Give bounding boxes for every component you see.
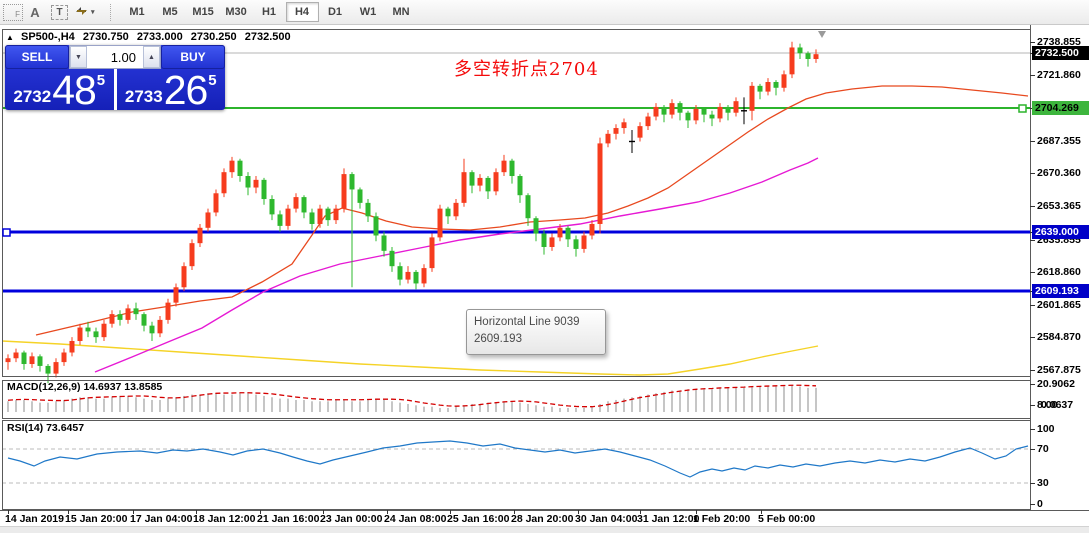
shift-marker-icon: [818, 31, 826, 38]
buy-price[interactable]: 2733 26 5: [117, 67, 226, 114]
buy-price-sup: 5: [208, 72, 217, 89]
ma-yellow-line: [1, 340, 819, 376]
rsi-line: [7, 440, 1029, 478]
objects-icon: [75, 5, 88, 20]
time-axis-label: 1 Feb 20:00: [693, 513, 751, 525]
sell-button[interactable]: SELL: [5, 45, 69, 69]
collapse-icon[interactable]: ▲: [6, 33, 14, 42]
volume-decrease-button[interactable]: ▼: [70, 46, 87, 68]
chevron-down-icon: ▾: [91, 9, 95, 16]
timeframe-group: M1 M5 M15 M30 H1 H4 D1 W1 MN: [121, 2, 418, 22]
buy-price-big: 26: [163, 67, 209, 114]
buy-button[interactable]: BUY: [161, 45, 225, 69]
price-tick-label: 2618.860: [1037, 266, 1081, 278]
time-axis-label: 17 Jan 04:00: [130, 513, 193, 525]
ohlc-high: 2733.000: [136, 31, 183, 43]
sell-price[interactable]: 2732 48 5: [5, 67, 114, 114]
price-tick-label: 2721.860: [1037, 69, 1081, 81]
timeframe-button-mn[interactable]: MN: [385, 2, 418, 22]
ohlc-low: 2730.250: [190, 31, 237, 43]
toolbar-grip-icon[interactable]: F: [3, 3, 23, 21]
trade-panel-top-row: SELL ▼ 1.00 ▲ BUY: [5, 45, 225, 69]
timeframe-button-h4[interactable]: H4: [285, 2, 319, 22]
time-axis-label: 21 Jan 16:00: [257, 513, 320, 525]
timeframe-button-h1[interactable]: H1: [253, 2, 286, 22]
time-axis-label: 18 Jan 12:00: [193, 513, 256, 525]
rsi-panel-content: [2, 440, 1030, 484]
price-tag-2732.500: 2732.500: [1032, 46, 1089, 60]
price-tag-2704.269: 2704.269: [1032, 101, 1089, 115]
rsi-axis-label: 70: [1037, 443, 1049, 455]
trade-panel-price-row: 2732 48 5 2733 26 5: [5, 67, 226, 114]
rsi-axis-label: 100: [1037, 423, 1055, 435]
sell-price-big: 48: [52, 67, 97, 114]
annotation-text[interactable]: 多空转折点2704: [454, 55, 599, 81]
toolbar: F A T ▾ M1 M5 M15 M30 H1 H4 D1 W1 MN: [0, 0, 1089, 25]
tooltip: Horizontal Line 9039 2609.193: [466, 309, 606, 355]
symbol-period: SP500-,H4: [20, 31, 75, 43]
price-tick-label: 2584.870: [1037, 331, 1081, 343]
volume-stepper: ▼ 1.00 ▲: [69, 45, 161, 69]
line-handle[interactable]: [1018, 104, 1027, 113]
timeframe-button-d1[interactable]: D1: [319, 2, 352, 22]
time-axis-label: 15 Jan 20:00: [65, 513, 128, 525]
sell-price-sup: 5: [96, 72, 106, 89]
price-tick-label: 2687.355: [1037, 135, 1081, 147]
time-axis-label: 31 Jan 12:00: [637, 513, 700, 525]
volume-input[interactable]: 1.00: [87, 46, 143, 68]
ohlc-open: 2730.750: [82, 31, 129, 43]
trade-panel: SELL ▼ 1.00 ▲ BUY 2732 48 5 2733 26 5: [5, 45, 226, 114]
line-handle[interactable]: [2, 228, 11, 237]
sell-price-stem: 2732: [13, 87, 52, 107]
time-axis-label: 24 Jan 08:00: [384, 513, 447, 525]
price-axis: 2738.855 2721.860 2687.355 2670.360 2653.365…: [1031, 25, 1089, 525]
time-axis-label: 14 Jan 2019: [5, 513, 64, 525]
buy-price-stem: 2733: [124, 87, 163, 107]
grip-label: F: [15, 9, 20, 19]
price-tick-label: 2653.365: [1037, 200, 1081, 212]
timeframe-button-m30[interactable]: M30: [220, 2, 253, 22]
timeframe-button-m5[interactable]: M5: [154, 2, 187, 22]
time-axis-label: 30 Jan 04:00: [575, 513, 638, 525]
macd-axis-label: 0.0637: [1041, 399, 1074, 411]
rsi-axis-label: 0: [1037, 498, 1043, 510]
rsi-axis-label: 30: [1037, 477, 1049, 489]
volume-increase-button[interactable]: ▲: [143, 46, 160, 68]
timeframe-button-m15[interactable]: M15: [187, 2, 220, 22]
macd-label: MACD(12,26,9) 14.6937 13.8585: [7, 381, 163, 393]
price-tick-label: 2567.875: [1037, 364, 1081, 376]
arrow-annotation-button[interactable]: A: [23, 2, 47, 22]
price-tag-2639.000: 2639.000: [1032, 225, 1089, 239]
price-tag-2609.193: 2609.193: [1032, 284, 1089, 298]
rsi-label: RSI(14) 73.6457: [7, 422, 85, 434]
time-axis-label: 5 Feb 00:00: [758, 513, 816, 525]
timeframe-button-m1[interactable]: M1: [121, 2, 154, 22]
ma-magenta-line: [94, 157, 819, 373]
chart-title: ▲ SP500-,H4 2730.750 2733.000 2730.250 2…: [6, 31, 296, 43]
time-axis-label: 23 Jan 00:00: [320, 513, 383, 525]
ohlc-close: 2732.500: [244, 31, 291, 43]
timeframe-button-w1[interactable]: W1: [352, 2, 385, 22]
macd-axis-label: 20.9062: [1037, 378, 1075, 390]
toolbar-separator: [109, 3, 112, 21]
ma-red-line: [35, 85, 1029, 336]
time-axis-label: 25 Jan 16:00: [447, 513, 510, 525]
text-label-button[interactable]: T: [51, 4, 68, 20]
price-tick-label: 2601.865: [1037, 299, 1081, 311]
tooltip-title: Horizontal Line 9039: [474, 316, 580, 328]
objects-dropdown-button[interactable]: ▾: [72, 2, 98, 22]
price-tick-label: 2670.360: [1037, 167, 1081, 179]
tooltip-value: 2609.193: [474, 333, 522, 346]
time-axis-label: 28 Jan 20:00: [511, 513, 574, 525]
